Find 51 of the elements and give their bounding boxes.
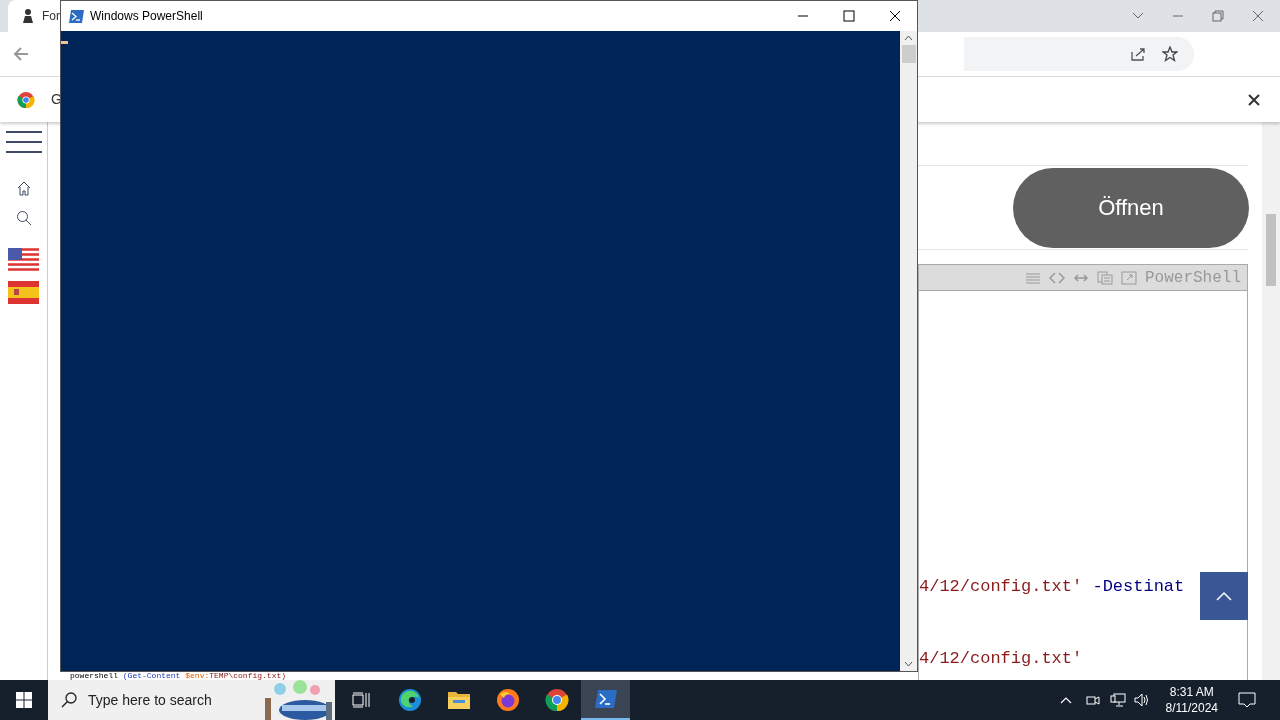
network-icon[interactable] [1109,693,1126,707]
clock-time: 8:31 AM [1169,684,1214,700]
chevron-up-icon[interactable] [1059,696,1072,704]
powershell-icon [594,690,617,708]
search-placeholder: Type here to search [88,690,212,710]
back-icon[interactable] [13,46,29,62]
language-label: PowerShell [1145,267,1241,289]
window-title: Windows PowerShell [90,8,203,25]
chrome-icon [17,90,35,109]
code-line: powershell (Get-Content $env:TEMP\config.txt) [70,672,287,680]
close-icon[interactable] [889,10,901,22]
scrollbar[interactable] [1262,122,1280,680]
share-icon[interactable] [1130,46,1146,62]
clock[interactable]: 8:31 AM 8/11/2024 [1159,684,1224,716]
dropdown-icon[interactable] [1132,12,1144,20]
tab-title: For [42,8,60,25]
scrollbar[interactable] [900,31,917,671]
browser-tab[interactable]: For [8,0,60,32]
folder-icon [446,690,471,710]
open-button[interactable]: Öffnen [1013,167,1249,248]
windows-icon [16,692,32,708]
code-line: 4/12/config.txt' [919,649,1083,669]
flag-icon[interactable] [8,248,39,271]
scrollbar-thumb[interactable] [901,45,916,63]
menu-icon[interactable] [5,130,42,154]
star-icon[interactable] [1162,46,1178,62]
task-view-icon [351,692,370,708]
edge-icon [397,688,422,712]
search-box[interactable]: Type here to search [48,680,335,720]
scroll-up-icon[interactable] [904,35,913,41]
close-icon[interactable] [1248,93,1260,106]
figure-icon [20,8,36,24]
camera-icon[interactable] [1085,693,1100,707]
taskbar-button[interactable] [581,680,630,720]
speaker-icon[interactable] [1133,693,1150,707]
firefox-icon [495,688,520,712]
notification-icon[interactable] [1238,692,1256,708]
restore-icon[interactable] [1212,10,1224,22]
scrollbar-thumb[interactable] [1266,214,1276,286]
scroll-down-icon[interactable] [904,661,913,667]
chevron-up-icon [1216,591,1232,601]
powershell-icon [69,9,84,23]
text-cursor [61,41,68,44]
chrome-icon [544,688,569,712]
home-icon[interactable] [15,180,32,196]
search-icon[interactable] [15,210,32,226]
clock-date: 8/11/2024 [1165,700,1218,716]
flag-icon[interactable] [8,281,39,304]
maximize-icon[interactable] [843,10,855,22]
search-icon [61,692,77,708]
code-line: 4/12/config.txt' -Destinat [919,577,1185,597]
